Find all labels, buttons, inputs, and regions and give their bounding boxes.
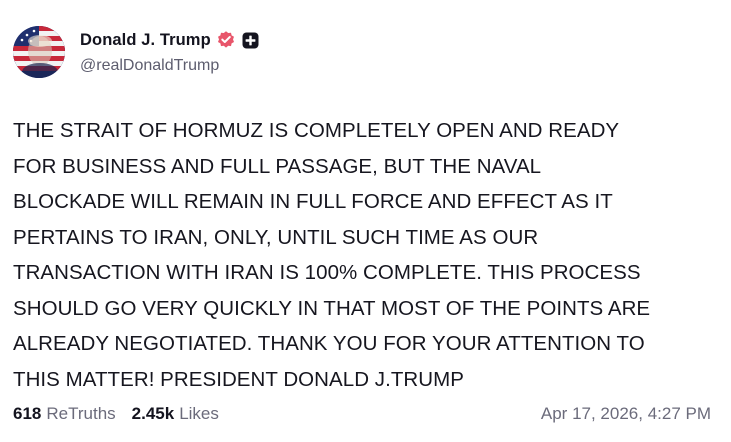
post-body-line: BLOCKADE WILL REMAIN IN FULL FORCE AND E…: [13, 190, 613, 213]
post-body-line: ALREADY NEGOTIATED. THANK YOU FOR YOUR A…: [13, 332, 645, 355]
verified-badge-icon: [216, 30, 236, 50]
likes-count: 2.45k: [131, 404, 175, 423]
post-footer: 618 ReTruths 2.45k Likes Apr 17, 2026, 4…: [13, 402, 711, 426]
retruths-label: ReTruths: [46, 404, 116, 423]
post-body-line: THE STRAIT OF HORMUZ IS COMPLETELY OPEN …: [13, 119, 620, 142]
truth-post: Donald J. Trump @realDonaldTrump THE STR…: [0, 0, 731, 442]
author-identity: Donald J. Trump @realDonaldTrump: [80, 29, 259, 75]
post-body-line: SHOULD GO VERY QUICKLY IN THAT MOST OF T…: [13, 296, 651, 320]
name-row: Donald J. Trump: [80, 29, 259, 51]
author-display-name[interactable]: Donald J. Trump: [80, 31, 211, 50]
author-handle[interactable]: @realDonaldTrump: [80, 57, 259, 75]
post-body-line: TRANSACTION WITH IRAN IS 100% COMPLETE. …: [13, 261, 641, 284]
post-timestamp[interactable]: Apr 17, 2026, 4:27 PM: [541, 404, 711, 424]
post-body: THE STRAIT OF HORMUZ IS COMPLETELY OPEN …: [13, 113, 723, 397]
likes-stat[interactable]: 2.45k Likes: [132, 404, 219, 424]
post-body-line: PERTAINS TO IRAN, ONLY, UNTIL SUCH TIME …: [13, 225, 539, 249]
post-header: Donald J. Trump @realDonaldTrump: [13, 26, 259, 78]
retruths-stat[interactable]: 618 ReTruths: [13, 404, 116, 424]
avatar-image: [13, 26, 65, 78]
likes-label: Likes: [179, 404, 219, 423]
post-body-line: THIS MATTER! PRESIDENT DONALD J.TRUMP: [13, 367, 464, 391]
plus-badge-icon: [242, 32, 259, 49]
avatar[interactable]: [13, 26, 65, 78]
post-body-line: FOR BUSINESS AND FULL PASSAGE, BUT THE N…: [13, 154, 542, 178]
retruths-count: 618: [13, 404, 42, 423]
